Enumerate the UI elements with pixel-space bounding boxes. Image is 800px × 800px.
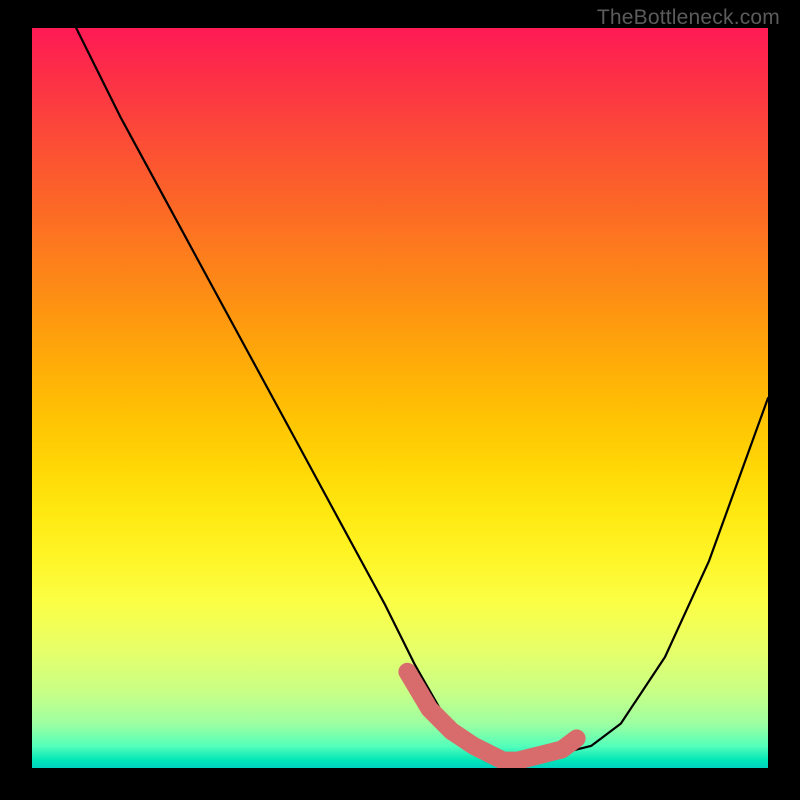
curve-line [76, 28, 768, 761]
attribution-text: TheBottleneck.com [597, 6, 780, 30]
optimal-range-highlight [407, 672, 576, 761]
plot-background-gradient [32, 28, 768, 768]
bottleneck-chart: TheBottleneck.com [0, 0, 800, 800]
highlight-line [407, 672, 576, 761]
bottleneck-curve [76, 28, 768, 761]
chart-svg [32, 28, 768, 768]
